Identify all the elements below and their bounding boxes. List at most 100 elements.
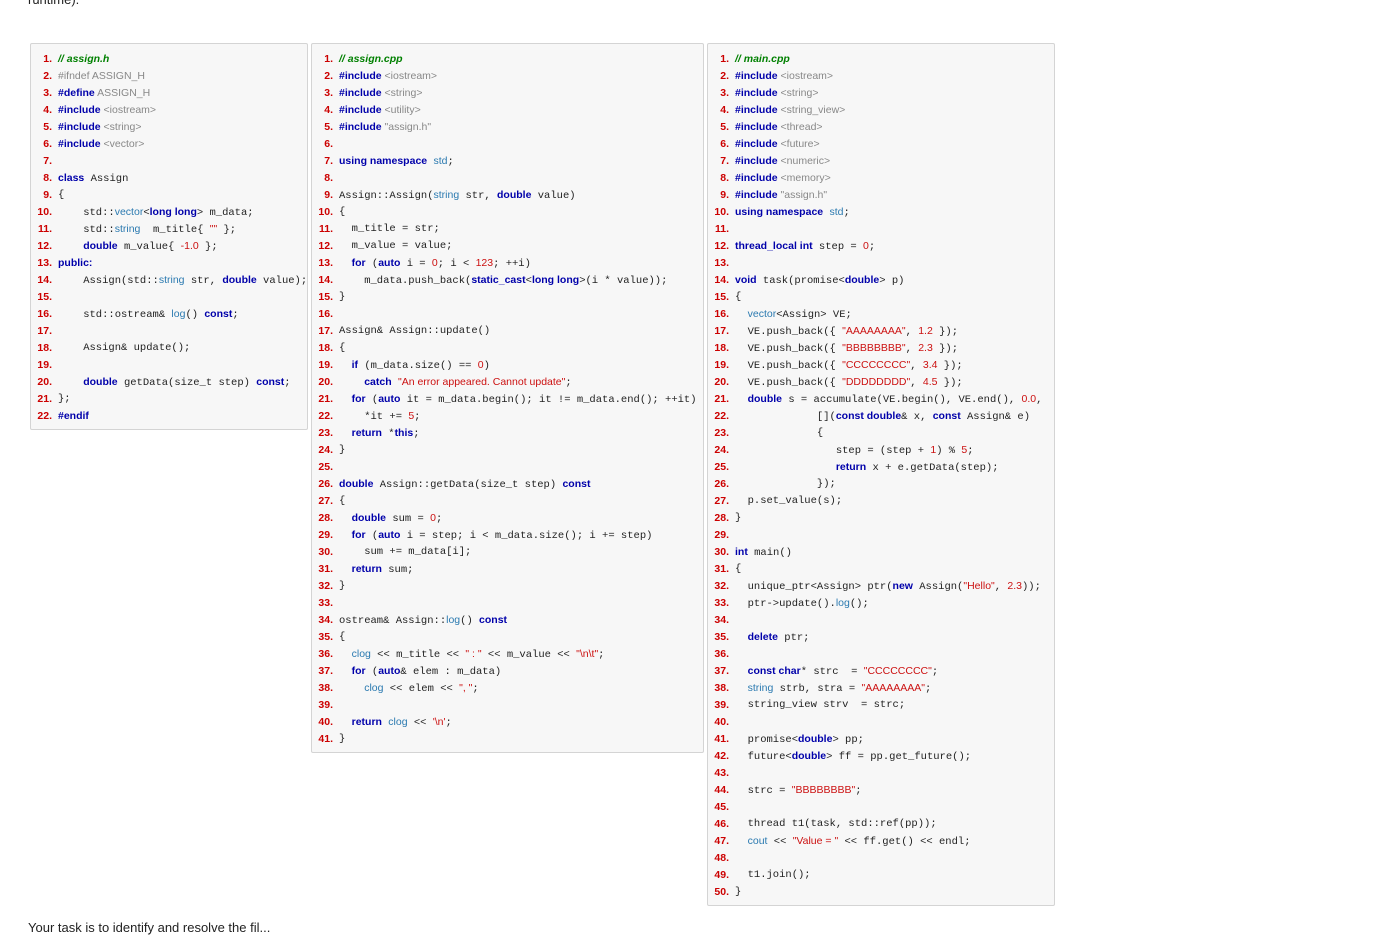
line-number: 44.: [714, 784, 729, 796]
code-token: Assign(std::: [58, 274, 159, 287]
code-token: #include: [339, 103, 382, 116]
code-token: };: [58, 393, 71, 405]
line-number: 7.: [43, 155, 52, 167]
line-code: string strb, stra = "AAAAAAAA";: [735, 680, 932, 698]
line-code: VE.push_back({ "CCCCCCCC", 3.4 });: [735, 357, 963, 375]
code-line: 6.: [312, 136, 703, 153]
code-line: 7. #include <numeric>: [708, 153, 1054, 170]
code-token: #define: [58, 86, 95, 99]
code-line: 25. return x + e.getData(step);: [708, 459, 1054, 476]
line-number: 13.: [37, 257, 52, 269]
line-code: double Assign::getData(size_t step) cons…: [339, 476, 590, 494]
code-token: 4.5: [922, 375, 938, 388]
code-token: std: [433, 154, 448, 167]
code-token: string: [114, 222, 141, 235]
line-code: #include <string>: [58, 119, 141, 137]
line-code: for (auto i = 0; i < 123; ++i): [339, 255, 531, 273]
code-line: 12. double m_value{ -1.0 };: [31, 238, 307, 255]
code-line: 33.: [312, 595, 703, 612]
line-code: public:: [58, 255, 92, 273]
line-number: 20.: [714, 376, 729, 388]
code-token: 0.0: [1021, 392, 1037, 405]
code-token: double: [222, 273, 257, 286]
line-code: {: [339, 204, 345, 221]
line-number: 10.: [714, 206, 729, 218]
code-token: };: [217, 223, 237, 236]
code-token: };: [198, 240, 218, 253]
code-line: 33. ptr->update().log();: [708, 595, 1054, 612]
line-number: 23.: [714, 427, 729, 439]
line-code: #include <iostream>: [735, 68, 833, 86]
line-code: #include <iostream>: [339, 68, 437, 86]
code-token: string: [158, 273, 185, 286]
code-token: return: [351, 715, 382, 728]
code-token: Assign& Assign::update(): [339, 325, 491, 337]
code-line: 39. string_view strv = strc;: [708, 697, 1054, 714]
code-token: using namespace: [735, 205, 824, 218]
code-token: for: [351, 256, 366, 269]
line-number: 18.: [318, 342, 333, 354]
code-line: 1. // main.cpp: [708, 51, 1054, 68]
code-token: ;: [445, 716, 452, 729]
line-number: 4.: [720, 104, 729, 116]
line-code: }: [339, 731, 345, 748]
line-number: 24.: [318, 444, 333, 456]
code-token: #endif: [58, 409, 89, 422]
line-number: 15.: [714, 291, 729, 303]
line-number: 20.: [318, 376, 333, 388]
line-number: 5.: [43, 121, 52, 133]
code-token: ;: [925, 682, 932, 695]
line-code: #include "assign.h": [735, 187, 827, 205]
code-token: #ifndef ASSIGN_H: [58, 69, 145, 82]
line-number: 16.: [318, 308, 333, 320]
code-line: 42. future<double> ff = pp.get_future();: [708, 748, 1054, 765]
code-token: return: [835, 460, 867, 473]
code-line: 4. #include <utility>: [312, 102, 703, 119]
line-code: }: [339, 289, 345, 306]
code-token: "DDDDDDDD": [842, 375, 911, 388]
code-line: 28.}: [708, 510, 1054, 527]
line-code: for (auto i = step; i < m_data.size(); i…: [339, 527, 653, 545]
code-token: (: [365, 529, 379, 542]
line-code: #include <vector>: [58, 136, 144, 154]
line-code: string_view strv = strc;: [735, 697, 906, 714]
line-code: future<double> ff = pp.get_future();: [735, 748, 971, 766]
code-token: 2.3: [1007, 579, 1022, 592]
line-code: return sum;: [339, 561, 414, 579]
code-line: 16. vector<Assign> VE;: [708, 306, 1054, 323]
code-token: ostream& Assign::: [339, 614, 447, 627]
code-token: "An error appeared. Cannot update": [397, 375, 566, 388]
code-line: 50.}: [708, 884, 1054, 901]
code-token: <numeric>: [777, 154, 831, 167]
code-token: std: [829, 205, 844, 218]
code-line: 7.: [31, 153, 307, 170]
line-number: 21.: [318, 393, 333, 405]
code-token: <utility>: [381, 103, 421, 116]
line-code: m_title = str;: [339, 221, 440, 238]
code-line: 19.: [31, 357, 307, 374]
line-code: }: [339, 442, 345, 459]
code-token: this: [394, 426, 414, 439]
line-number: 33.: [318, 597, 333, 609]
code-token: (: [365, 257, 379, 270]
line-code: #include <iostream>: [58, 102, 156, 120]
code-line: 26. });: [708, 476, 1054, 493]
code-token: }: [339, 291, 346, 303]
code-line: 22. #endif: [31, 408, 307, 425]
code-line: 29.: [708, 527, 1054, 544]
code-token: ;: [232, 308, 239, 321]
line-code: #include <numeric>: [735, 153, 830, 171]
code-line: 15.}: [312, 289, 703, 306]
code-token: clog: [351, 647, 371, 660]
line-number: 2.: [324, 70, 333, 82]
code-token: #include: [58, 137, 101, 150]
code-line: 46. thread t1(task, std::ref(pp));: [708, 816, 1054, 833]
code-line: 31. return sum;: [312, 561, 703, 578]
code-line: 10. {: [312, 204, 703, 221]
code-token: auto: [378, 664, 401, 677]
code-token: 1.2: [918, 324, 933, 337]
